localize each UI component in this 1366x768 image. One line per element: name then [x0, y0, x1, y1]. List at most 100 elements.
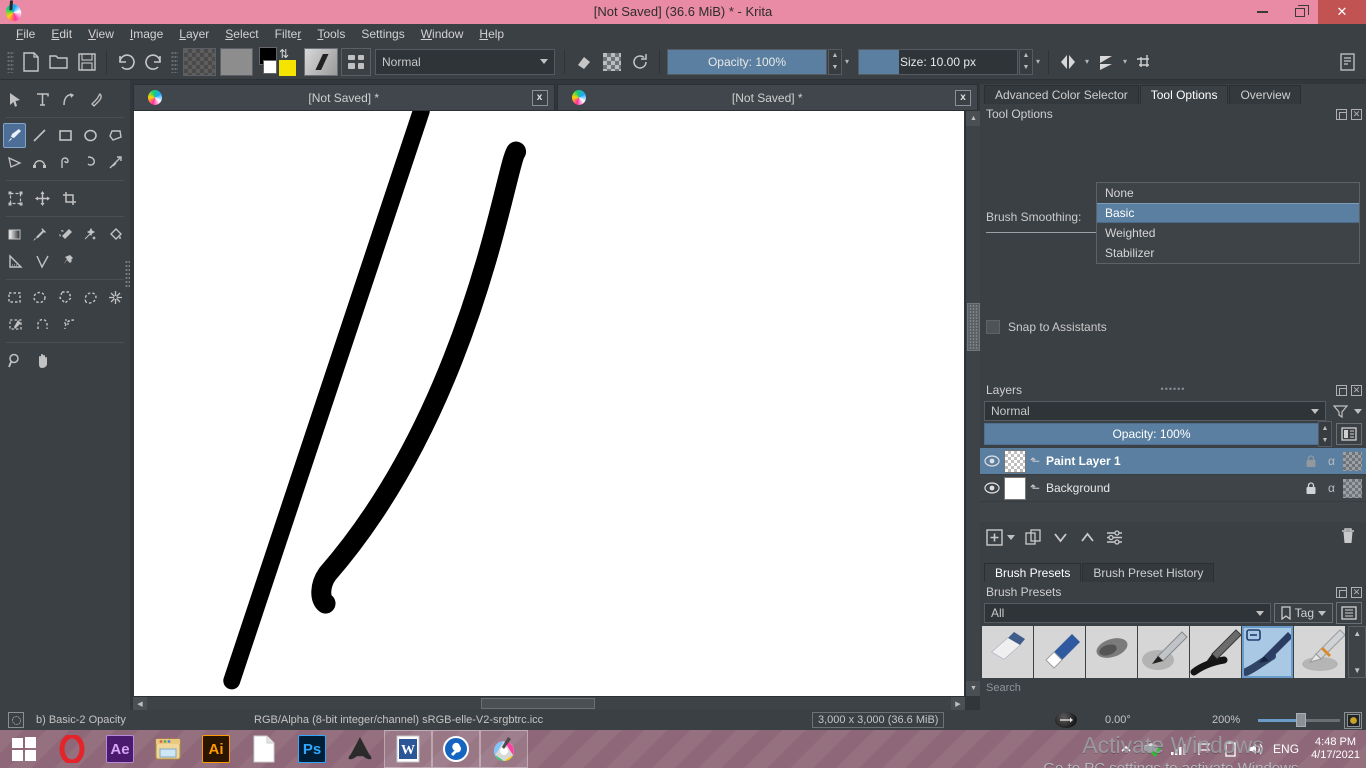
rectangle-tool[interactable]	[53, 123, 76, 148]
menu-layer[interactable]: Layer	[171, 25, 217, 43]
ellipse-tool[interactable]	[79, 123, 102, 148]
menu-file[interactable]: File	[8, 25, 43, 43]
dropdown-option-none[interactable]: None	[1097, 183, 1359, 203]
tab-tool-options[interactable]: Tool Options	[1139, 85, 1229, 104]
menu-settings[interactable]: Settings	[353, 25, 412, 43]
dropdown-option-basic[interactable]: Basic	[1097, 203, 1359, 223]
line-tool[interactable]	[28, 123, 51, 148]
layer-name-bg[interactable]: Background	[1044, 481, 1301, 495]
brush-tag-filter-select[interactable]: All	[984, 603, 1271, 623]
workspace-chooser-icon[interactable]	[1335, 49, 1361, 75]
brush-smoothing-dropdown[interactable]: None Basic Weighted Stabilizer	[1096, 182, 1360, 264]
add-layer-chevron-down-icon[interactable]	[1007, 534, 1015, 540]
open-file-icon[interactable]	[46, 49, 72, 75]
polyline-tool[interactable]	[3, 150, 26, 175]
notepad-button[interactable]	[240, 730, 288, 768]
menu-view[interactable]: View	[80, 25, 122, 43]
new-document-icon[interactable]	[18, 49, 44, 75]
swap-colors-icon[interactable]: ⇅	[279, 47, 289, 61]
foreground-background-color[interactable]: ⇅	[259, 46, 297, 77]
brush-preset-airbrush-soft[interactable]	[1086, 626, 1138, 678]
save-icon[interactable]	[74, 49, 100, 75]
document-tab-2-close-icon[interactable]: x	[955, 89, 971, 106]
elliptical-selection-tool[interactable]	[28, 285, 51, 310]
canvas-vertical-scrollbar[interactable]: ▲ ▼	[965, 111, 981, 696]
battery-icon[interactable]	[1221, 740, 1239, 758]
krita-button[interactable]	[480, 730, 528, 768]
undo-icon[interactable]	[113, 49, 139, 75]
scroll-down-icon[interactable]: ▼	[966, 681, 981, 696]
layer-alpha-icon-bg[interactable]: α	[1322, 479, 1341, 498]
transform-tool[interactable]	[3, 186, 28, 211]
blending-mode-select[interactable]: Normal	[375, 48, 555, 75]
close-button[interactable]: ✕	[1318, 0, 1366, 24]
reload-preset-icon[interactable]	[627, 49, 653, 75]
layer-row-paint-layer-1[interactable]: ⬑ Paint Layer 1 α	[980, 448, 1366, 475]
image-size-label[interactable]: 3,000 x 3,000 (36.6 MiB)	[812, 712, 945, 728]
delete-layer-icon[interactable]	[1340, 527, 1356, 547]
layer-row-background[interactable]: ⬑ Background α	[980, 475, 1366, 502]
tool-button[interactable]	[432, 730, 480, 768]
layer-alpha-lock-icon-bg[interactable]	[1343, 478, 1362, 498]
contiguous-selection-tool[interactable]	[104, 285, 127, 310]
photoshop-button[interactable]: Ps	[288, 730, 336, 768]
scroll-up-icon[interactable]: ▲	[966, 111, 981, 126]
canvas-area[interactable]: ▲ ▼ ◀ ▶	[133, 111, 981, 710]
text-tool[interactable]	[30, 87, 55, 112]
assistant-editor-tool[interactable]	[30, 249, 55, 274]
language-indicator[interactable]: ENG	[1273, 742, 1299, 756]
mirror-v-options-arrow[interactable]: ▾	[1120, 49, 1130, 75]
scroll-left-icon[interactable]: ◀	[133, 697, 147, 710]
brush-scroll-down-icon[interactable]: ▼	[1353, 664, 1361, 677]
layer-thumbnail[interactable]	[1004, 449, 1026, 473]
document-tab-1-close-icon[interactable]: x	[531, 89, 548, 106]
bezier-selection-tool[interactable]	[3, 312, 28, 337]
add-layer-icon[interactable]	[986, 528, 1003, 546]
after-effects-button[interactable]: Ae	[96, 730, 144, 768]
toolbar-grip-2[interactable]	[171, 50, 178, 73]
toolbar-grip[interactable]	[7, 50, 14, 73]
brush-preset-scrollbar[interactable]: ▲ ▼	[1348, 626, 1366, 678]
layer-lock-icon[interactable]	[1301, 452, 1320, 471]
word-button[interactable]: W	[384, 730, 432, 768]
move-layer-up-icon[interactable]	[1079, 529, 1096, 546]
rectangular-selection-tool[interactable]	[3, 285, 26, 310]
brush-size-slider[interactable]: Size: 10.00 px	[858, 48, 1018, 75]
colorize-mask-tool[interactable]	[53, 222, 76, 247]
float-brush-docker-icon[interactable]	[1336, 586, 1347, 598]
zoom-reset-icon[interactable]	[1344, 711, 1362, 729]
mirror-horizontal-icon[interactable]	[1055, 49, 1081, 75]
freehand-path-tool[interactable]	[53, 150, 76, 175]
freehand-brush-tool[interactable]	[3, 123, 27, 148]
brush-preset-preview[interactable]	[304, 47, 338, 76]
similar-color-selection-tool[interactable]	[57, 312, 82, 337]
magnetic-selection-tool[interactable]	[30, 312, 55, 337]
tab-advanced-color-selector[interactable]: Advanced Color Selector	[984, 85, 1139, 104]
document-tab-2[interactable]: [Not Saved] * x	[556, 84, 978, 111]
brush-size-options-arrow[interactable]: ▾	[1033, 49, 1043, 75]
close-docker-icon[interactable]: ✕	[1351, 108, 1362, 120]
opera-button[interactable]	[48, 730, 96, 768]
pattern-swatch[interactable]	[220, 47, 253, 76]
show-hidden-icons[interactable]	[1117, 740, 1135, 758]
menu-help[interactable]: Help	[471, 25, 512, 43]
measure-tool[interactable]	[3, 249, 28, 274]
brush-preset-eraser[interactable]	[982, 626, 1034, 678]
menu-edit[interactable]: Edit	[43, 25, 80, 43]
volume-icon[interactable]	[1247, 740, 1265, 758]
zoom-tool[interactable]	[3, 348, 28, 373]
inkscape-button[interactable]	[336, 730, 384, 768]
opacity-slider[interactable]: Opacity: 100%	[667, 48, 827, 75]
smart-patch-tool[interactable]	[79, 222, 102, 247]
brush-preset-ink-gpen[interactable]	[1190, 626, 1242, 678]
layers-blending-mode-select[interactable]: Normal	[984, 401, 1326, 421]
start-button[interactable]	[0, 730, 48, 768]
brush-outline-preview-icon[interactable]	[8, 712, 24, 728]
canvas-horizontal-scrollbar[interactable]: ◀ ▶	[133, 696, 965, 710]
brush-search-row[interactable]: Search	[980, 678, 1366, 698]
gradient-swatch[interactable]	[183, 47, 216, 76]
illustrator-button[interactable]: Ai	[192, 730, 240, 768]
canvas[interactable]	[134, 111, 964, 696]
security-icon[interactable]	[1143, 740, 1162, 758]
canvas-rotation-wheel[interactable]	[1055, 712, 1077, 728]
